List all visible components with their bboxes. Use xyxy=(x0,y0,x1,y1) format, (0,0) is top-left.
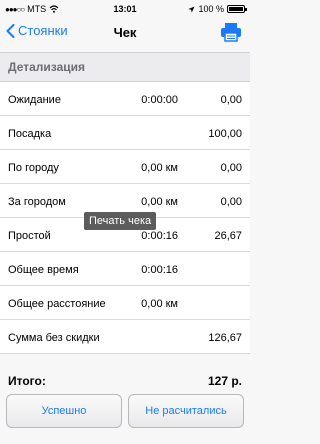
row-value-primary: 0:00:16 xyxy=(141,230,178,242)
row-value-amount: 100,00 xyxy=(208,128,242,140)
navigation-bar: Стоянки Чек xyxy=(0,20,250,46)
row-label: Общее расстояние xyxy=(8,298,106,310)
row-label: Ожидание xyxy=(8,94,61,106)
row-label: Посадка xyxy=(8,128,52,140)
row-value-amount: 0,00 xyxy=(220,162,242,174)
not-paid-button[interactable]: Не расчитались xyxy=(128,394,244,428)
list-item-sum-no-discount: Сумма без скидки 126,67 xyxy=(0,320,250,354)
footer: Итого: 127 р. Успешно Не расчитались xyxy=(0,366,250,444)
print-button[interactable] xyxy=(220,22,242,47)
row-label: По городу xyxy=(8,162,59,174)
total-value: 127 р. xyxy=(207,374,242,388)
list-item-boarding: Посадка 100,00 xyxy=(0,116,250,150)
row-value-amount: 0,00 xyxy=(220,196,242,208)
row-label: Простой xyxy=(8,230,51,242)
list-item-waiting: Ожидание 0:00:00 0,00 xyxy=(0,82,250,116)
printer-icon xyxy=(221,23,241,42)
row-value-primary: 0:00:00 xyxy=(141,94,178,106)
status-bar: ●●●○○ MTS 13:01 100 % xyxy=(0,0,250,20)
row-label: Общее время xyxy=(8,264,79,276)
row-value-primary: 0,00 км xyxy=(141,196,178,208)
status-right: 100 % xyxy=(188,4,247,14)
row-value-amount: 26,67 xyxy=(214,230,242,242)
row-value-amount: 0,00 xyxy=(220,94,242,106)
row-value-primary: 0,00 км xyxy=(141,298,178,310)
list-item-total-distance: Общее расстояние 0,00 км xyxy=(0,286,250,320)
success-button[interactable]: Успешно xyxy=(6,394,122,428)
page-title: Чек xyxy=(113,25,137,40)
list-item-city: По городу 0,00 км 0,00 xyxy=(0,150,250,184)
total-label: Итого: xyxy=(8,374,46,388)
section-header: Детализация xyxy=(0,52,250,82)
list-item-total-time: Общее время 0:00:16 xyxy=(0,252,250,286)
section-title: Детализация xyxy=(8,60,85,74)
row-label: Сумма без скидки xyxy=(8,332,100,344)
row-label: За городом xyxy=(8,196,66,208)
row-value-primary: 0:00:16 xyxy=(141,264,178,276)
print-tooltip: Печать чека xyxy=(84,212,157,230)
battery-percent: 100 % xyxy=(198,4,224,14)
battery-icon xyxy=(227,5,247,13)
location-arrow-icon xyxy=(188,6,195,12)
row-value-primary: 0,00 км xyxy=(141,162,178,174)
row-value-amount: 126,67 xyxy=(208,332,242,344)
